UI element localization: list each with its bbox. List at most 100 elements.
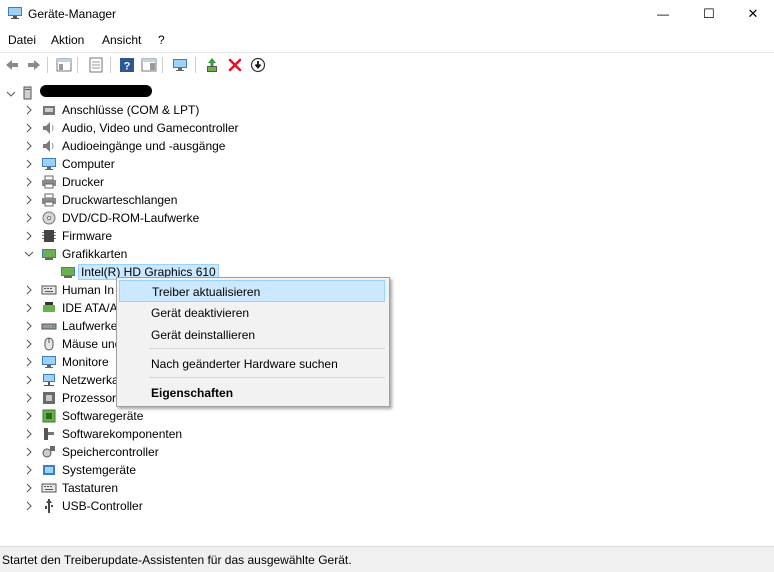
printer-icon xyxy=(42,193,56,207)
chevron-right-icon[interactable] xyxy=(24,429,34,439)
chevron-down-icon[interactable] xyxy=(6,89,16,99)
chevron-right-icon[interactable] xyxy=(24,159,34,169)
disable-icon xyxy=(250,57,266,73)
chevron-right-icon[interactable] xyxy=(24,321,34,331)
chevron-right-icon[interactable] xyxy=(24,447,34,457)
tree-category[interactable]: DVD/CD-ROM-Laufwerke xyxy=(0,209,774,227)
context-item-label: Gerät deaktivieren xyxy=(151,306,250,320)
minimize-button[interactable]: — xyxy=(640,0,686,28)
tree-category[interactable]: USB-Controller xyxy=(0,497,774,515)
category-label: DVD/CD-ROM-Laufwerke xyxy=(62,211,200,225)
help-icon: ? xyxy=(120,58,134,73)
menu-ansicht[interactable]: Ansicht xyxy=(102,33,141,47)
update-driver-icon xyxy=(207,58,217,72)
forward-button[interactable] xyxy=(26,57,42,73)
chevron-down-icon[interactable] xyxy=(24,249,34,259)
context-item-properties[interactable]: Eigenschaften xyxy=(119,382,385,404)
keyboard-icon xyxy=(41,285,57,295)
uninstall-button[interactable] xyxy=(227,57,243,73)
scan-hardware-icon xyxy=(173,59,187,71)
toolbar: ? xyxy=(0,52,774,77)
action-pane-icon xyxy=(141,58,157,72)
context-item-scan-hardware[interactable]: Nach geänderter Hardware suchen xyxy=(119,353,385,375)
action-pane-button[interactable] xyxy=(141,57,157,73)
chevron-right-icon[interactable] xyxy=(24,465,34,475)
close-button[interactable]: ✕ xyxy=(730,0,774,28)
tree-category[interactable]: Audioeingänge und -ausgänge xyxy=(0,137,774,155)
tree-category[interactable]: Anschlüsse (COM & LPT) xyxy=(0,101,774,119)
tree-category[interactable]: Speichercontroller xyxy=(0,443,774,461)
back-button[interactable] xyxy=(4,57,20,73)
menu-aktion[interactable]: Aktion xyxy=(51,33,84,47)
category-label: Audioeingänge und -ausgänge xyxy=(62,139,226,153)
context-item-update-driver[interactable]: Treiber aktualisieren xyxy=(119,280,385,302)
chevron-right-icon[interactable] xyxy=(24,411,34,421)
minimize-icon: — xyxy=(657,7,669,21)
chevron-right-icon[interactable] xyxy=(24,231,34,241)
chevron-right-icon[interactable] xyxy=(24,393,34,403)
tree-category[interactable]: Tastaturen xyxy=(0,479,774,497)
processor-icon xyxy=(43,392,55,404)
category-label: Monitore xyxy=(62,355,109,369)
scan-hardware-button[interactable] xyxy=(172,57,188,73)
speaker-icon xyxy=(43,140,54,152)
computer-icon xyxy=(23,86,32,100)
chevron-right-icon[interactable] xyxy=(24,483,34,493)
tree-category[interactable]: Systemgeräte xyxy=(0,461,774,479)
chevron-right-icon[interactable] xyxy=(24,501,34,511)
back-icon xyxy=(6,60,18,70)
tree-category[interactable]: Softwarekomponenten xyxy=(0,425,774,443)
chevron-right-icon[interactable] xyxy=(24,123,34,133)
category-label: Softwarekomponenten xyxy=(62,427,183,441)
chevron-right-icon[interactable] xyxy=(24,105,34,115)
chevron-right-icon[interactable] xyxy=(24,357,34,367)
toolbar-separator xyxy=(162,57,163,73)
tree-category[interactable]: Grafikkarten xyxy=(0,245,774,263)
menu-help[interactable]: ? xyxy=(158,33,165,47)
chevron-right-icon[interactable] xyxy=(24,195,34,205)
redacted-computer-name xyxy=(40,85,152,97)
category-label: Firmware xyxy=(62,229,112,243)
tree-category[interactable]: Audio, Video und Gamecontroller xyxy=(0,119,774,137)
chevron-right-icon[interactable] xyxy=(24,303,34,313)
tree-category[interactable]: Computer xyxy=(0,155,774,173)
chevron-right-icon[interactable] xyxy=(24,141,34,151)
context-item-label: Treiber aktualisieren xyxy=(152,285,261,299)
properties-icon xyxy=(89,57,103,73)
update-driver-button[interactable] xyxy=(204,57,220,73)
context-item-uninstall-device[interactable]: Gerät deinstallieren xyxy=(119,324,385,346)
uninstall-icon xyxy=(228,58,242,72)
software-device-icon xyxy=(42,409,56,423)
printer-icon xyxy=(42,175,56,189)
tree-category[interactable]: Softwaregeräte xyxy=(0,407,774,425)
chevron-right-icon[interactable] xyxy=(24,177,34,187)
disable-button[interactable] xyxy=(250,57,266,73)
category-label: Grafikkarten xyxy=(62,247,128,261)
category-label: Tastaturen xyxy=(62,481,119,495)
properties-button[interactable] xyxy=(88,57,104,73)
tree-category[interactable]: Firmware xyxy=(0,227,774,245)
category-label: Prozessore xyxy=(62,391,123,405)
maximize-button[interactable]: ☐ xyxy=(686,0,732,28)
maximize-icon: ☐ xyxy=(703,6,715,21)
help-button[interactable]: ? xyxy=(119,57,135,73)
menu-datei[interactable]: Datei xyxy=(8,33,36,47)
context-item-disable-device[interactable]: Gerät deaktivieren xyxy=(119,302,385,324)
show-hide-console-tree-button[interactable] xyxy=(56,57,72,73)
chevron-right-icon[interactable] xyxy=(24,285,34,295)
menu-bar: Datei Aktion Ansicht ? xyxy=(0,30,774,50)
category-label: Anschlüsse (COM & LPT) xyxy=(62,103,200,117)
chip-icon xyxy=(42,230,56,242)
toolbar-separator xyxy=(47,57,48,73)
tree-category[interactable]: Drucker xyxy=(0,173,774,191)
category-label: Speichercontroller xyxy=(62,445,159,459)
tree-category[interactable]: Druckwarteschlangen xyxy=(0,191,774,209)
chevron-right-icon[interactable] xyxy=(24,339,34,349)
port-icon xyxy=(43,106,55,115)
ide-icon xyxy=(43,302,55,312)
software-component-icon xyxy=(44,428,54,440)
chevron-right-icon[interactable] xyxy=(24,213,34,223)
storage-controller-icon xyxy=(42,446,55,458)
chevron-right-icon[interactable] xyxy=(24,375,34,385)
console-tree-icon xyxy=(56,58,72,72)
